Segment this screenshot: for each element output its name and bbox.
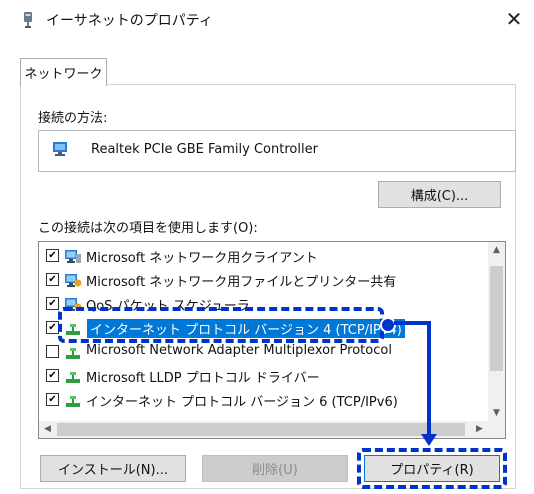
scroll-right-icon[interactable]: ▶ <box>471 421 488 438</box>
tab-network-label: ネットワーク <box>24 67 103 82</box>
scroll-down-icon[interactable]: ▼ <box>488 405 505 422</box>
network-card-icon <box>53 142 67 156</box>
tab-network[interactable]: ネットワーク <box>20 58 107 86</box>
network-adapter-icon <box>24 12 32 28</box>
close-button[interactable]: ✕ <box>498 4 530 34</box>
checked-checkbox[interactable]: ✔ <box>46 393 59 406</box>
scroll-up-icon[interactable]: ▲ <box>488 242 505 259</box>
properties-highlight-box <box>357 448 507 489</box>
horizontal-scroll-thumb[interactable] <box>57 423 465 436</box>
uninstall-button[interactable]: 削除(U) <box>202 455 348 482</box>
unchecked-checkbox[interactable] <box>46 345 59 358</box>
checked-checkbox[interactable]: ✔ <box>46 369 59 382</box>
annotation-line-vertical <box>427 321 431 435</box>
adapter-box: Realtek PCIe GBE Family Controller <box>38 130 516 172</box>
list-item[interactable]: Microsoft Network Adapter Multiplexor Pr… <box>39 340 488 364</box>
adapter-name: Realtek PCIe GBE Family Controller <box>91 142 318 157</box>
vertical-scroll-thumb[interactable] <box>490 266 503 371</box>
list-item-label: Microsoft ネットワーク用クライアント <box>86 251 318 266</box>
checked-checkbox[interactable]: ✔ <box>46 297 59 310</box>
list-item-label: Microsoft Network Adapter Multiplexor Pr… <box>86 343 392 358</box>
list-item[interactable]: ✔ Microsoft ネットワーク用クライアント <box>39 244 488 268</box>
annotation-line-horizontal <box>394 321 430 325</box>
items-label: この接続は次の項目を使用します(O): <box>38 221 258 236</box>
list-item-label: インターネット プロトコル バージョン 6 (TCP/IPv6) <box>86 395 398 410</box>
checked-checkbox[interactable]: ✔ <box>46 249 59 262</box>
close-icon: ✕ <box>505 7 523 31</box>
list-item-label: Microsoft ネットワーク用ファイルとプリンター共有 <box>86 275 397 290</box>
configure-button[interactable]: 構成(C)... <box>378 181 501 208</box>
ipv4-highlight-box <box>58 307 384 343</box>
properties-dialog: イーサネットのプロパティ ✕ ネットワーク 接続の方法: Realtek PCI… <box>0 0 534 494</box>
list-item[interactable]: ✔ Microsoft LLDP プロトコル ドライバー <box>39 364 488 388</box>
client-icon <box>65 250 81 263</box>
install-button[interactable]: インストール(N)... <box>40 455 186 482</box>
list-item[interactable]: ✔ インターネット プロトコル バージョン 6 (TCP/IPv6) <box>39 388 488 412</box>
protocol-icon <box>66 396 80 407</box>
vertical-scrollbar[interactable]: ▲ ▼ <box>488 242 505 422</box>
list-item[interactable]: ✔ Microsoft ネットワーク用ファイルとプリンター共有 <box>39 268 488 292</box>
connect-using-label: 接続の方法: <box>38 111 108 126</box>
annotation-dot <box>380 317 396 333</box>
protocol-icon <box>66 372 80 383</box>
annotation-arrow-icon <box>421 434 437 446</box>
title-bar: イーサネットのプロパティ ✕ <box>0 0 534 38</box>
service-icon <box>65 274 82 287</box>
scroll-left-icon[interactable]: ◀ <box>39 421 56 438</box>
window-title: イーサネットのプロパティ <box>46 13 213 29</box>
protocol-icon <box>66 348 80 359</box>
list-item-label: Microsoft LLDP プロトコル ドライバー <box>86 371 320 386</box>
checked-checkbox[interactable]: ✔ <box>46 273 59 286</box>
